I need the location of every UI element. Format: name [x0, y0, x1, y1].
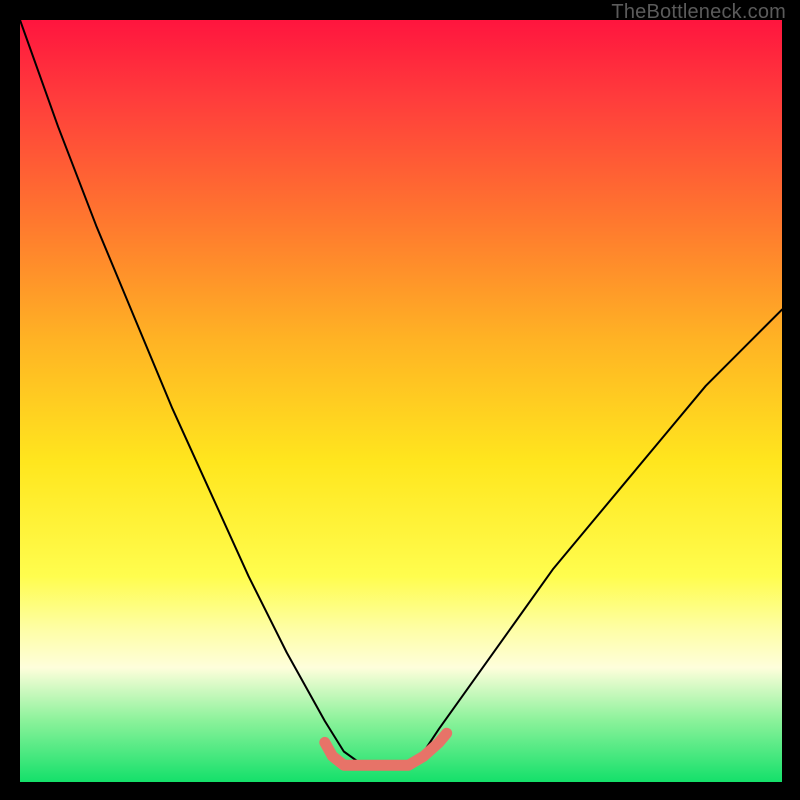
- chart-stage: TheBottleneck.com: [0, 0, 800, 800]
- curve-layer: [20, 20, 782, 782]
- bottleneck-curve: [20, 20, 782, 765]
- plot-area: [20, 20, 782, 782]
- watermark-text: TheBottleneck.com: [611, 1, 786, 24]
